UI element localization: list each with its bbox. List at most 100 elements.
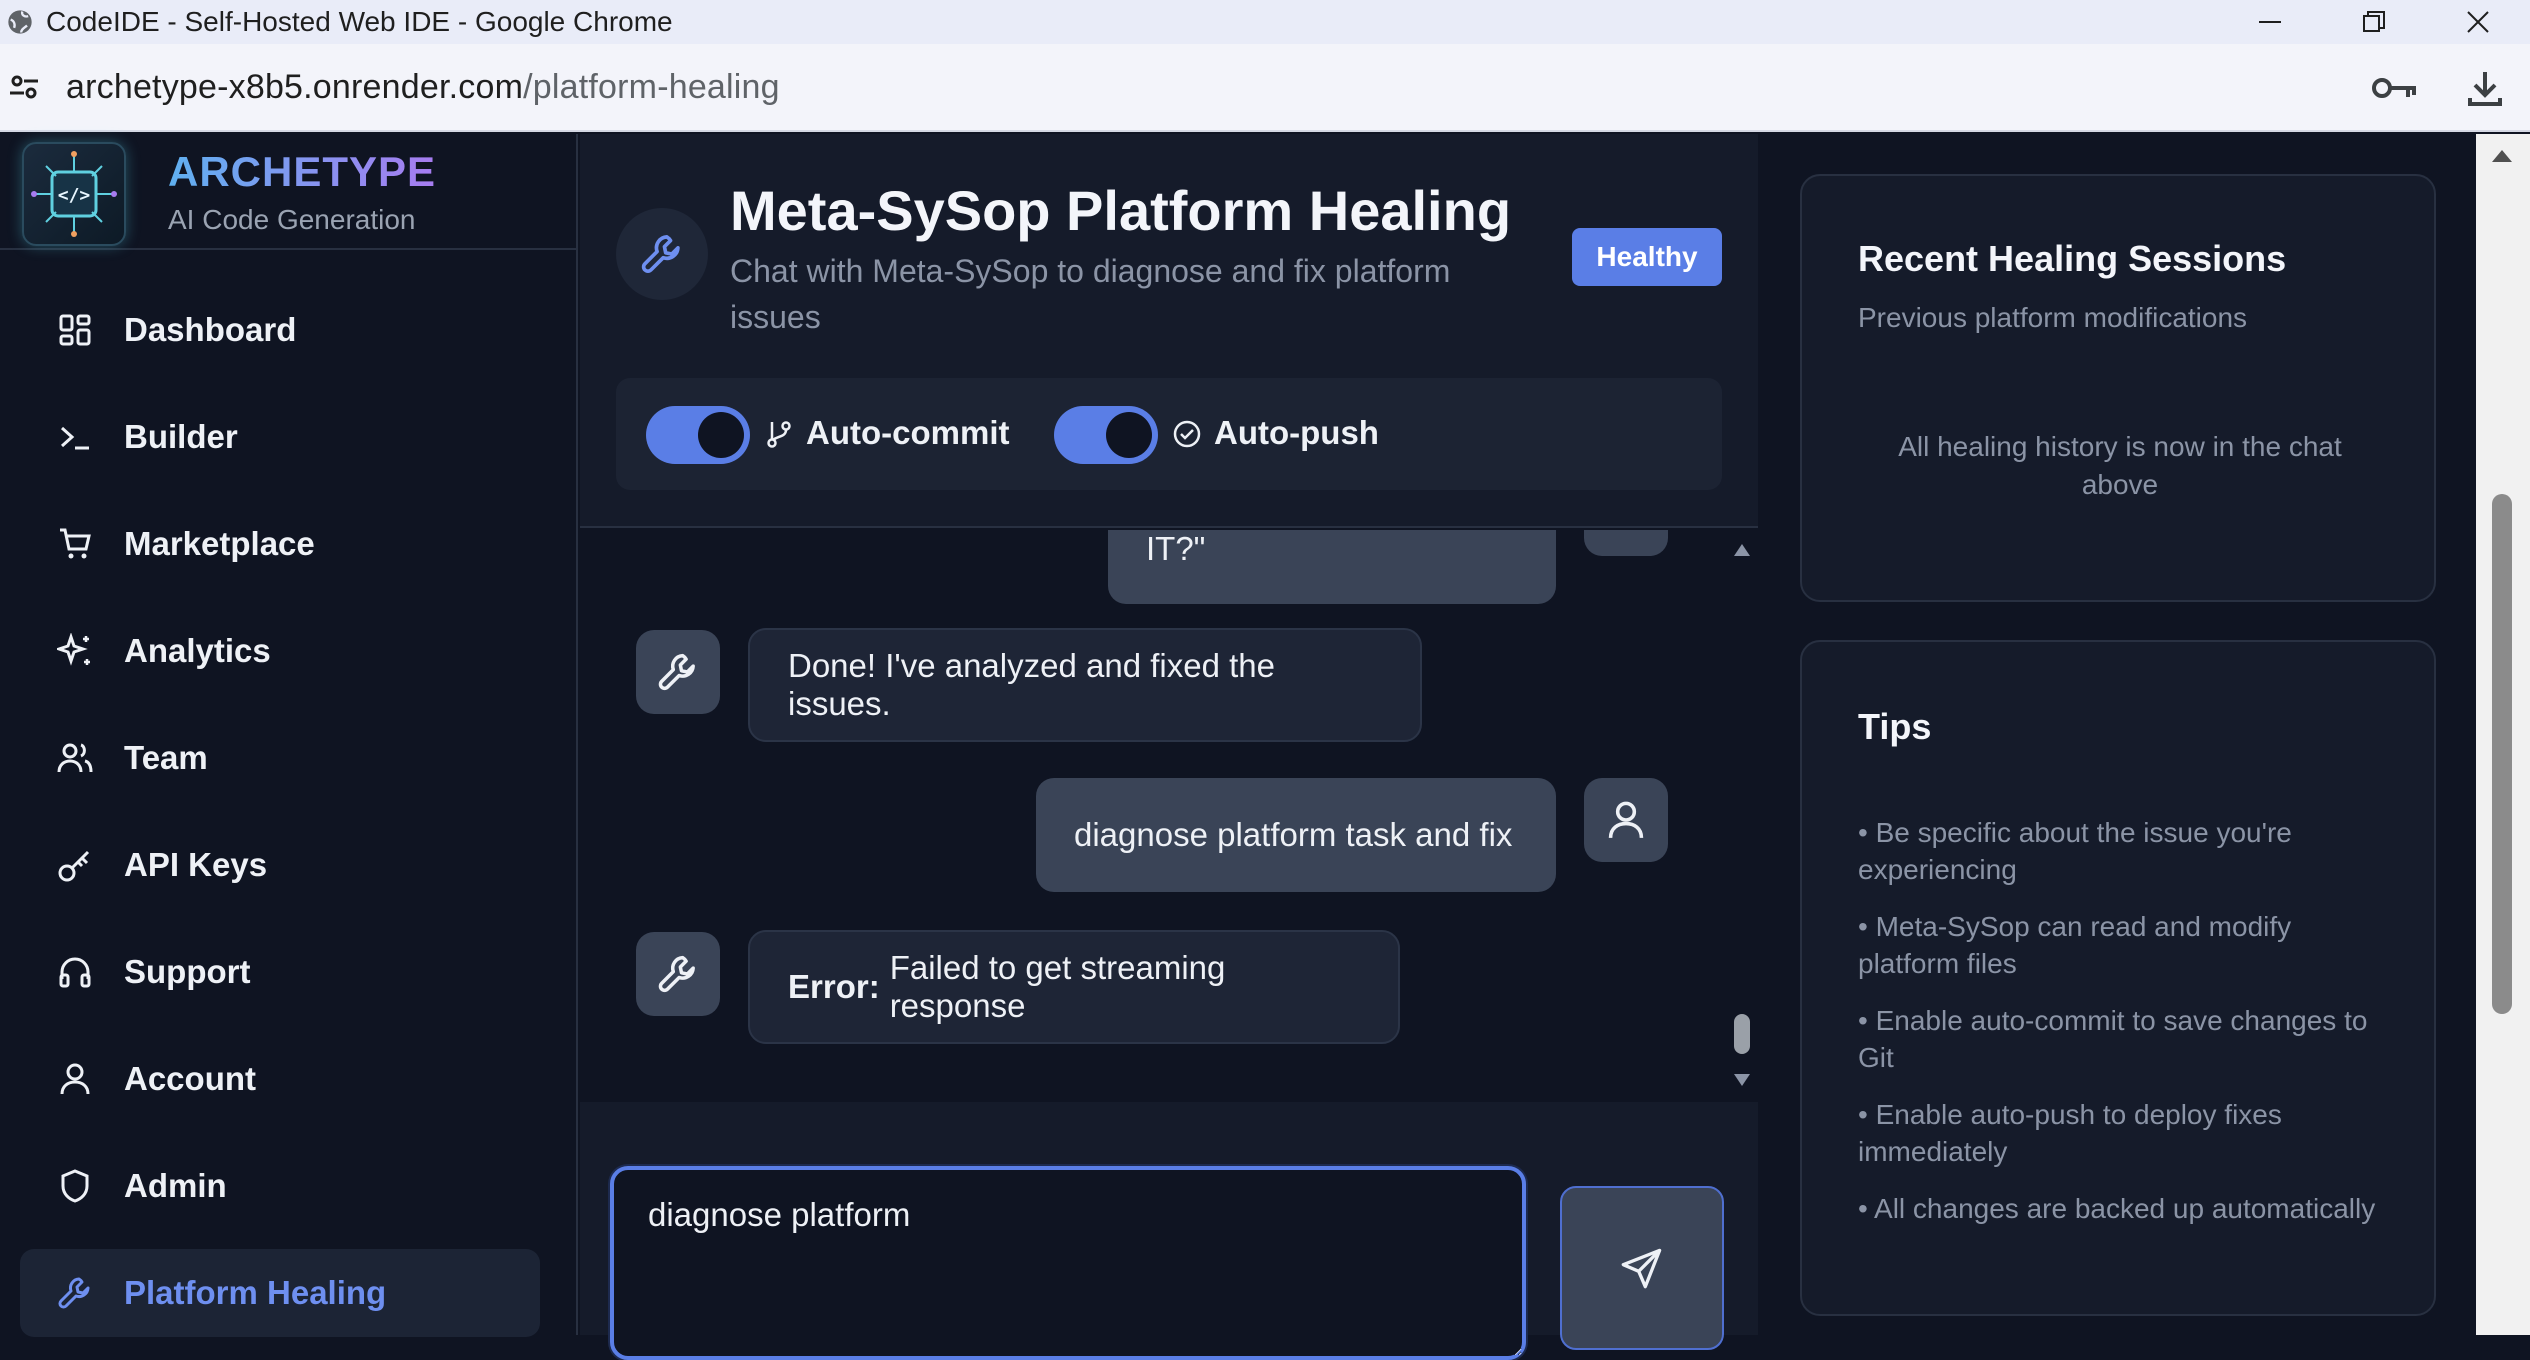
message-text: Done! I've analyzed and fixed the issues… <box>788 647 1275 722</box>
user-message: DID YOU REALLY "FIX IT?" <box>1108 530 1556 604</box>
user-icon <box>56 1060 94 1098</box>
assistant-avatar <box>636 932 720 1016</box>
sessions-empty-text: All healing history is now in the chat a… <box>1898 431 2342 500</box>
sidebar-item-label: Support <box>124 953 251 990</box>
toggle-bar: Auto-commit Auto-push <box>616 378 1722 490</box>
assistant-error-message: Error: Failed to get streaming response <box>748 930 1400 1044</box>
error-label: Error: <box>788 968 880 1005</box>
wrench-icon <box>658 955 695 993</box>
address-bar: archetype-x8b5.onrender.com/platform-hea… <box>0 44 2530 132</box>
page-title: Meta-SySop Platform Healing <box>730 179 1512 242</box>
minimize-button[interactable] <box>2218 0 2322 44</box>
toggle-knob <box>1106 412 1152 458</box>
sidebar: </> ARCHETYPE AI Code Generation Dashboa… <box>0 134 578 1337</box>
page-subtitle: Chat with Meta-SySop to diagnose and fix… <box>730 253 1451 335</box>
chat-scrollbar[interactable] <box>1726 530 1758 1100</box>
auto-commit-label: Auto-commit <box>806 414 1010 451</box>
user-avatar <box>1584 530 1668 556</box>
download-icon[interactable] <box>2440 44 2530 132</box>
user-message: diagnose platform task and fix <box>1036 778 1556 892</box>
assistant-avatar <box>636 630 720 714</box>
globe-icon <box>8 10 32 34</box>
check-circle-icon <box>1170 417 1204 451</box>
recent-sessions-card: Recent Healing Sessions Previous platfor… <box>1800 174 2436 602</box>
sidebar-item-label: API Keys <box>124 846 268 883</box>
url-field[interactable]: archetype-x8b5.onrender.com/platform-hea… <box>66 68 780 107</box>
message-text: diagnose platform task and fix <box>1074 816 1513 853</box>
send-icon <box>1621 1248 1662 1289</box>
sidebar-item-account[interactable]: Account <box>20 1035 540 1123</box>
grid-icon <box>56 311 94 349</box>
brand-header: </> ARCHETYPE AI Code Generation <box>0 134 578 250</box>
sidebar-item-analytics[interactable]: Analytics <box>20 607 540 695</box>
sidebar-item-label: Team <box>124 739 208 776</box>
sidebar-item-label: Builder <box>124 418 238 455</box>
cart-icon <box>56 525 94 563</box>
status-badge: Healthy <box>1572 228 1722 286</box>
tips-card: Tips • Be specific about the issue you'r… <box>1800 640 2436 1316</box>
auto-commit-toggle[interactable] <box>646 406 750 464</box>
sparkles-icon <box>56 632 94 670</box>
window-title: CodeIDE - Self-Hosted Web IDE - Google C… <box>46 6 673 37</box>
app-root: </> ARCHETYPE AI Code Generation Dashboa… <box>0 134 2530 1360</box>
terminal-icon <box>56 418 94 456</box>
main-panel: Meta-SySop Platform Healing Chat with Me… <box>580 134 1758 1360</box>
tip-item: • Meta-SySop can read and modify platfor… <box>1858 911 2292 979</box>
chat-input-area: diagnose platform <box>580 1102 1758 1360</box>
url-path: /platform-healing <box>523 67 780 106</box>
sidebar-item-label: Account <box>124 1060 256 1097</box>
user-icon <box>1608 801 1644 838</box>
sidebar-item-platform-healing[interactable]: Platform Healing <box>20 1249 540 1337</box>
sidebar-item-admin[interactable]: Admin <box>20 1142 540 1230</box>
sidebar-item-builder[interactable]: Builder <box>20 393 540 481</box>
sidebar-item-api-keys[interactable]: API Keys <box>20 821 540 909</box>
tip-item: • All changes are backed up automaticall… <box>1858 1193 2376 1224</box>
git-branch-icon <box>762 417 796 451</box>
wrench-icon <box>616 208 708 300</box>
shield-icon <box>56 1167 94 1205</box>
healing-header: Meta-SySop Platform Healing Chat with Me… <box>580 134 1758 528</box>
tips-title: Tips <box>1858 706 1932 747</box>
sessions-subtitle: Previous platform modifications <box>1858 302 2248 333</box>
password-key-icon[interactable] <box>2350 44 2440 132</box>
browser-title-bar: CodeIDE - Self-Hosted Web IDE - Google C… <box>0 0 2530 44</box>
sidebar-item-dashboard[interactable]: Dashboard <box>20 286 540 374</box>
url-host: archetype-x8b5.onrender.com <box>66 67 524 106</box>
restore-button[interactable] <box>2322 0 2426 44</box>
site-info-icon[interactable] <box>2 65 46 109</box>
sidebar-item-label: Marketplace <box>124 525 315 562</box>
sidebar-item-label: Platform Healing <box>124 1274 387 1311</box>
sidebar-item-marketplace[interactable]: Marketplace <box>20 500 540 588</box>
message-text: DID YOU REALLY "FIX IT?" <box>1146 530 1206 567</box>
logo-code-glyph: </> <box>58 185 91 206</box>
chat-messages: DID YOU REALLY "FIX IT?" Done! I've anal… <box>580 530 1724 1100</box>
send-button[interactable] <box>1560 1186 1724 1350</box>
page-scrollbar-thumb[interactable] <box>2492 494 2512 1014</box>
tip-item: • Enable auto-push to deploy fixes immed… <box>1858 1099 2282 1167</box>
close-window-button[interactable] <box>2426 0 2530 44</box>
user-avatar <box>1584 778 1668 862</box>
archetype-logo[interactable]: </> <box>22 142 126 246</box>
auto-push-toggle[interactable] <box>1054 406 1158 464</box>
message-input[interactable]: diagnose platform <box>610 1166 1526 1360</box>
sidebar-item-label: Analytics <box>124 632 271 669</box>
page-scrollbar[interactable] <box>2476 134 2530 1335</box>
tip-item: • Be specific about the issue you're exp… <box>1858 817 2292 885</box>
sidebar-item-support[interactable]: Support <box>20 928 540 1016</box>
sidebar-item-label: Dashboard <box>124 311 297 348</box>
key-icon <box>56 846 94 884</box>
brand-subtitle: AI Code Generation <box>168 204 416 235</box>
headphones-icon <box>56 953 94 991</box>
sessions-title: Recent Healing Sessions <box>1858 238 2287 279</box>
wrench-icon <box>56 1274 94 1312</box>
tip-item: • Enable auto-commit to save changes to … <box>1858 1005 2368 1073</box>
toggle-knob <box>698 412 744 458</box>
users-icon <box>56 739 94 777</box>
sidebar-item-label: Admin <box>124 1167 227 1204</box>
sidebar-item-team[interactable]: Team <box>20 714 540 802</box>
brand-name: ARCHETYPE <box>168 148 437 195</box>
assistant-message: Done! I've analyzed and fixed the issues… <box>748 628 1422 742</box>
auto-push-label: Auto-push <box>1214 414 1379 451</box>
wrench-icon <box>658 653 695 691</box>
message-text: Failed to get streaming response <box>889 949 1226 1024</box>
